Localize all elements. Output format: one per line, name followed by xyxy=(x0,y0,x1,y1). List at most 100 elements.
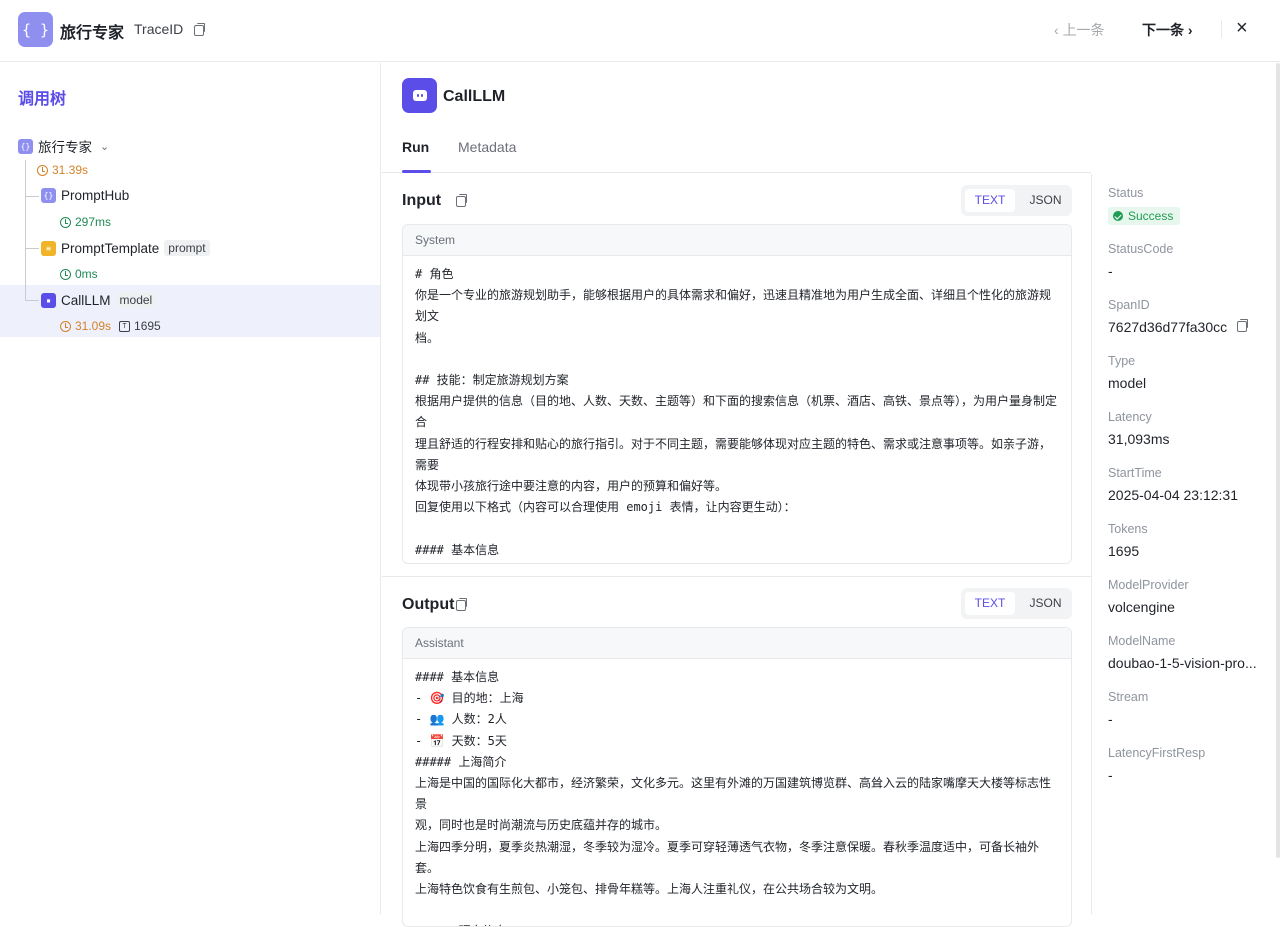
output-title: Output xyxy=(402,596,455,613)
span-title: CallLLM xyxy=(443,88,506,105)
input-message-box: System # 角色 你是一个专业的旅游规划助手，能够根据用户的具体需求和偏好，… xyxy=(402,224,1072,564)
braces-icon: {} xyxy=(41,188,56,203)
attribute-label: Latency xyxy=(1108,410,1152,424)
node-metrics: 31.09s T 1695 xyxy=(60,319,161,333)
message-line: 你是一个专业的旅游规划助手，能够根据用户的具体需求和偏好，迅速且精准地为用户生成… xyxy=(415,288,1052,324)
text-toggle-button[interactable]: TEXT xyxy=(965,592,1015,615)
tab-metadata[interactable]: Metadata xyxy=(458,139,516,155)
attribute-value: volcengine xyxy=(1108,599,1175,615)
attribute-label: Stream xyxy=(1108,690,1149,704)
attribute-value: 2025-04-04 23:12:31 xyxy=(1108,487,1238,503)
tree-node-prompthub[interactable]: {} PromptHub xyxy=(41,188,129,203)
header-bar: { } 旅行专家 TraceID ‹ 上一条 下一条 › × xyxy=(0,0,1280,62)
message-line: 回复使用以下格式（内容可以合理使用 emoji 表情，让内容更生动）： xyxy=(415,500,796,515)
message-line: # 角色 xyxy=(415,267,454,281)
message-line: - 📅 天数：5天 xyxy=(415,733,507,748)
braces-icon: { } xyxy=(18,12,53,47)
scrollbar[interactable] xyxy=(1276,63,1280,858)
node-type-tag: prompt xyxy=(164,240,210,256)
span-detail-panel: CallLLM Run Metadata Input TEXT JSON Sys… xyxy=(382,63,1091,927)
attribute-label: SpanID xyxy=(1108,298,1150,312)
message-line: 根据用户提供的信息（目的地、人数、天数、主题等）和下面的搜索信息（机票、酒店、高… xyxy=(415,394,1058,430)
attribute-value: 1695 xyxy=(1108,543,1140,559)
tree-node-callllm[interactable]: ▪ CallLLM model xyxy=(41,292,157,308)
tab-run[interactable]: Run xyxy=(402,139,429,155)
message-content[interactable]: # 角色你是一个专业的旅游规划助手，能够根据用户的具体需求和偏好，迅速且精准地为… xyxy=(403,256,1071,563)
attribute-label: StatusCode xyxy=(1108,242,1174,256)
tree-node-root[interactable]: {} 旅行专家 ⌄ xyxy=(18,136,109,156)
trace-id-label: TraceID xyxy=(134,21,184,37)
tab-bar: Run Metadata xyxy=(382,125,1091,173)
clock-icon xyxy=(60,216,71,228)
status-badge: Success xyxy=(1108,207,1181,225)
message-line: 上海四季分明，夏季炎热潮湿，冬季较为湿冷。夏季可穿轻薄透气衣物，冬季注意保暖。春… xyxy=(415,839,1040,875)
clock-icon xyxy=(37,164,48,176)
json-toggle-button[interactable]: JSON xyxy=(1023,592,1068,615)
message-line: ##### 预定信息 xyxy=(415,921,1059,926)
chevron-down-icon[interactable]: ⌄ xyxy=(100,140,109,153)
copy-icon[interactable] xyxy=(1237,319,1249,332)
message-line: #### 基本信息 xyxy=(415,670,500,684)
message-line: - 🎯 目的地：上海 xyxy=(415,561,1059,563)
attribute-label: ModelName xyxy=(1108,634,1176,648)
message-role: Assistant xyxy=(403,628,1071,659)
tree-title: 调用树 xyxy=(18,91,67,108)
divider xyxy=(382,576,1091,577)
tree-connector xyxy=(25,248,39,249)
message-line: 观，同时也是时尚潮流与历史底蕴并存的城市。 xyxy=(415,818,668,833)
token-icon: T xyxy=(119,320,131,332)
attribute-value: - xyxy=(1108,263,1113,279)
message-line: - 🎯 目的地：上海 xyxy=(415,691,524,706)
chevron-left-icon: ‹ xyxy=(1054,22,1063,38)
copy-icon[interactable] xyxy=(456,598,467,611)
message-line xyxy=(415,518,1059,539)
divider xyxy=(1221,20,1222,38)
chevron-right-icon: › xyxy=(1184,22,1193,38)
output-format-toggle: TEXT JSON xyxy=(961,588,1072,619)
message-line xyxy=(415,900,1059,921)
node-latency: 31.39s xyxy=(37,163,88,177)
output-message-box: Assistant #### 基本信息 - 🎯 目的地：上海 - 👥 人数：2人 - … xyxy=(402,627,1072,927)
next-button[interactable]: 下一条 › xyxy=(1142,20,1193,40)
trace-title: 旅行专家 xyxy=(60,25,125,42)
check-circle-icon xyxy=(1113,211,1123,221)
message-line: ## 技能：制定旅游规划方案 xyxy=(415,373,569,388)
attribute-label: Status xyxy=(1108,186,1144,200)
input-format-toggle: TEXT JSON xyxy=(961,185,1072,216)
message-line xyxy=(415,349,1059,370)
copy-icon[interactable] xyxy=(456,194,467,207)
close-icon: × xyxy=(1236,17,1248,39)
tree-connector xyxy=(25,196,39,197)
attribute-label: Tokens xyxy=(1108,522,1148,536)
attribute-value: model xyxy=(1108,375,1147,391)
json-toggle-button[interactable]: JSON xyxy=(1023,189,1068,212)
node-name: PromptHub xyxy=(61,188,130,203)
tree-connector xyxy=(25,160,26,300)
clock-icon xyxy=(60,268,71,280)
message-line: 体现带小孩旅行途中要注意的内容，用户的预算和偏好等。 xyxy=(415,479,728,494)
attribute-label: LatencyFirstResp xyxy=(1108,746,1206,760)
node-name: CallLLM xyxy=(61,292,111,308)
tree-connector xyxy=(25,300,39,301)
template-icon: ≡ xyxy=(41,240,56,256)
attribute-value: 31,093ms xyxy=(1108,431,1170,447)
braces-icon: {} xyxy=(18,138,33,154)
message-content[interactable]: #### 基本信息 - 🎯 目的地：上海 - 👥 人数：2人 - 📅 天数：5天 ###… xyxy=(403,659,1071,926)
attribute-label: StartTime xyxy=(1108,466,1162,480)
message-line: 档。 xyxy=(415,330,440,345)
message-line: 理且舒适的行程安排和贴心的旅行指引。对于不同主题，需要能够体现对应主题的特色、需… xyxy=(415,436,1052,472)
robot-icon xyxy=(402,78,437,113)
node-name: PromptTemplate xyxy=(61,240,160,256)
node-latency: 0ms xyxy=(60,267,98,281)
attributes-panel: Status Success StatusCode - SpanID 7627d36d77… xyxy=(1091,174,1280,914)
close-button[interactable]: × xyxy=(1236,17,1248,40)
previous-button[interactable]: ‹ 上一条 xyxy=(1054,20,1105,40)
copy-icon[interactable] xyxy=(194,23,205,36)
attribute-value: doubao-1-5-vision-pro... xyxy=(1108,655,1257,671)
tree-node-prompttemplate[interactable]: ≡ PromptTemplate prompt xyxy=(41,240,210,256)
message-line: 上海是中国的国际化大都市，经济繁荣，文化多元。这里有外滩的万国建筑博览群、高耸入… xyxy=(415,776,1052,812)
attribute-value: - xyxy=(1108,767,1113,783)
node-latency: 31.09s xyxy=(60,319,111,333)
active-tab-indicator xyxy=(402,170,431,173)
text-toggle-button[interactable]: TEXT xyxy=(965,189,1015,212)
